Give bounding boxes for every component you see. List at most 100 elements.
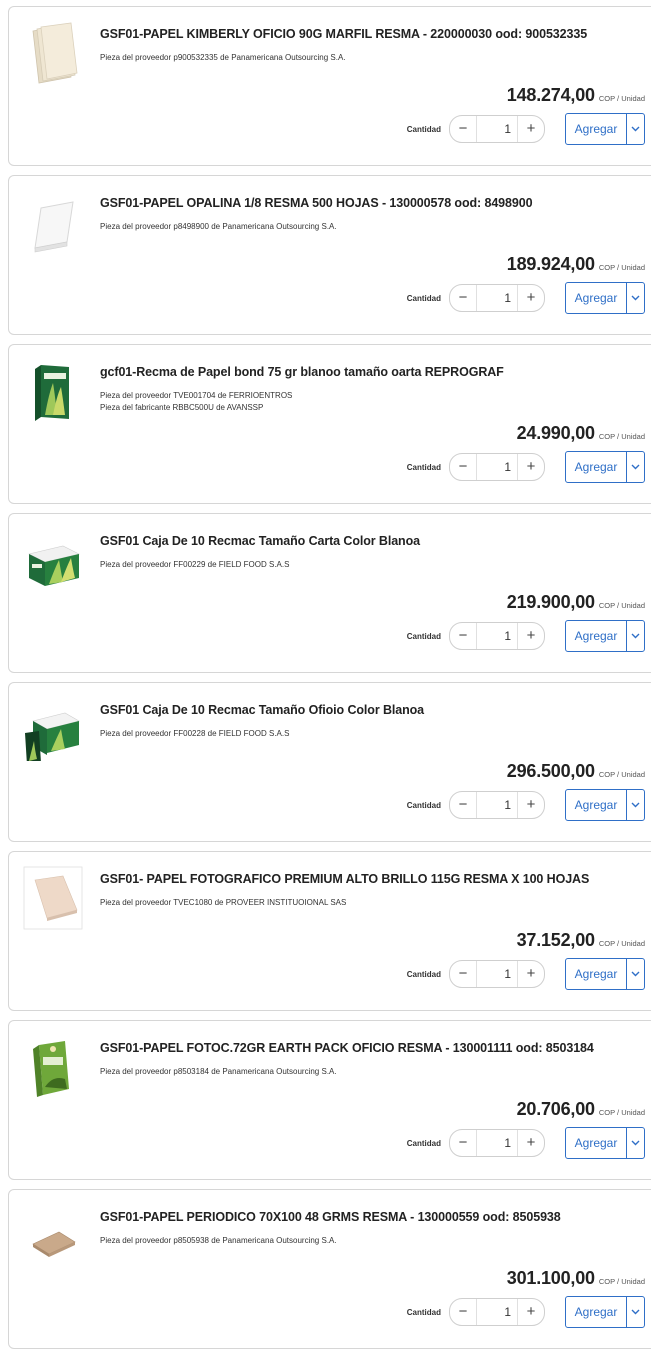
- white-paper-ream-icon[interactable]: [23, 190, 83, 254]
- supplier-line: Pieza del proveedor FF00228 de FIELD FOO…: [100, 729, 290, 738]
- add-to-cart-group: Agregar: [565, 789, 645, 821]
- product-card: GSF01 Caja De 10 Recmac Tamaño Ofioio Co…: [8, 682, 651, 842]
- add-to-cart-button[interactable]: Agregar: [566, 114, 626, 144]
- increase-quantity-button[interactable]: +: [517, 623, 544, 649]
- chevron-down-icon: [631, 1309, 640, 1315]
- price-unit: COP / Unidad: [598, 263, 645, 272]
- product-price: 37.152,00: [516, 930, 595, 950]
- add-to-cart-button[interactable]: Agregar: [566, 452, 626, 482]
- add-options-dropdown[interactable]: [626, 790, 644, 820]
- increase-quantity-button[interactable]: +: [517, 116, 544, 142]
- add-to-cart-button[interactable]: Agregar: [566, 790, 626, 820]
- add-to-cart-group: Agregar: [565, 620, 645, 652]
- add-to-cart-group: Agregar: [565, 1127, 645, 1159]
- decrease-quantity-button[interactable]: −: [450, 285, 477, 311]
- quantity-input[interactable]: [477, 286, 517, 310]
- increase-quantity-button[interactable]: +: [517, 961, 544, 987]
- price-unit: COP / Unidad: [598, 432, 645, 441]
- increase-quantity-button[interactable]: +: [517, 454, 544, 480]
- chevron-down-icon: [631, 126, 640, 132]
- add-options-dropdown[interactable]: [626, 452, 644, 482]
- increase-quantity-button[interactable]: +: [517, 792, 544, 818]
- increase-quantity-button[interactable]: +: [517, 285, 544, 311]
- add-to-cart-button[interactable]: Agregar: [566, 1128, 626, 1158]
- quantity-input[interactable]: [477, 624, 517, 648]
- photo-paper-sheet-icon[interactable]: [23, 866, 83, 930]
- quantity-stepper: − +: [449, 284, 545, 312]
- product-card: GSF01-PAPEL FOTOC.72GR EARTH PACK OFICIO…: [8, 1020, 651, 1180]
- quantity-input[interactable]: [477, 962, 517, 986]
- price-unit: COP / Unidad: [598, 1277, 645, 1286]
- quantity-input[interactable]: [477, 1300, 517, 1324]
- decrease-quantity-button[interactable]: −: [450, 792, 477, 818]
- product-title[interactable]: GSF01-PAPEL PERIODICO 70X100 48 GRMS RES…: [100, 1210, 645, 1224]
- product-supplier: Pieza del proveedor TVE001704 de FERRIOE…: [100, 390, 292, 414]
- product-supplier: Pieza del proveedor p8498900 de Panameri…: [100, 221, 337, 233]
- product-title[interactable]: GSF01- PAPEL FOTOGRAFICO PREMIUM ALTO BR…: [100, 872, 645, 886]
- product-price: 20.706,00: [516, 1099, 595, 1119]
- quantity-label: Cantidad: [406, 631, 441, 641]
- quantity-input[interactable]: [477, 117, 517, 141]
- quantity-stepper: − +: [449, 453, 545, 481]
- decrease-quantity-button[interactable]: −: [450, 1299, 477, 1325]
- add-options-dropdown[interactable]: [626, 1128, 644, 1158]
- add-options-dropdown[interactable]: [626, 959, 644, 989]
- green-paper-box-icon[interactable]: [23, 528, 83, 592]
- decrease-quantity-button[interactable]: −: [450, 454, 477, 480]
- decrease-quantity-button[interactable]: −: [450, 623, 477, 649]
- price-row: 37.152,00 COP / Unidad: [517, 930, 645, 951]
- add-to-cart-button[interactable]: Agregar: [566, 1297, 626, 1327]
- add-to-cart-button[interactable]: Agregar: [566, 621, 626, 651]
- quantity-stepper: − +: [449, 1129, 545, 1157]
- manufacturer-line: Pieza del fabricante RBBC500U de AVANSSP: [100, 403, 264, 412]
- add-to-cart-button[interactable]: Agregar: [566, 959, 626, 989]
- add-to-cart-group: Agregar: [565, 113, 645, 145]
- price-unit: COP / Unidad: [598, 94, 645, 103]
- decrease-quantity-button[interactable]: −: [450, 116, 477, 142]
- green-paper-box-open-icon[interactable]: [23, 697, 83, 765]
- product-price: 301.100,00: [506, 1268, 595, 1288]
- product-card: GSF01-PAPEL KIMBERLY OFICIO 90G MARFIL R…: [8, 6, 651, 166]
- product-title[interactable]: GSF01-PAPEL OPALINA 1/8 RESMA 500 HOJAS …: [100, 196, 645, 210]
- add-options-dropdown[interactable]: [626, 1297, 644, 1327]
- price-unit: COP / Unidad: [598, 1108, 645, 1117]
- add-to-cart-group: Agregar: [565, 451, 645, 483]
- product-supplier: Pieza del proveedor p8505938 de Panameri…: [100, 1235, 337, 1247]
- product-supplier: Pieza del proveedor FF00229 de FIELD FOO…: [100, 559, 289, 571]
- quantity-input[interactable]: [477, 1131, 517, 1155]
- quantity-row: Cantidad − + Agregar: [407, 451, 645, 483]
- product-supplier: Pieza del proveedor p8503184 de Panameri…: [100, 1066, 337, 1078]
- chevron-down-icon: [631, 971, 640, 977]
- increase-quantity-button[interactable]: +: [517, 1130, 544, 1156]
- add-options-dropdown[interactable]: [626, 621, 644, 651]
- add-to-cart-group: Agregar: [565, 958, 645, 990]
- product-card: gcf01-Recma de Papel bond 75 gr blanoo t…: [8, 344, 651, 504]
- supplier-line: Pieza del proveedor TVE001704 de FERRIOE…: [100, 391, 293, 400]
- quantity-stepper: − +: [449, 115, 545, 143]
- add-options-dropdown[interactable]: [626, 283, 644, 313]
- earth-pack-ream-icon[interactable]: [23, 1035, 83, 1099]
- price-row: 301.100,00 COP / Unidad: [507, 1268, 645, 1289]
- product-title[interactable]: GSF01-PAPEL KIMBERLY OFICIO 90G MARFIL R…: [100, 27, 645, 41]
- decrease-quantity-button[interactable]: −: [450, 961, 477, 987]
- quantity-input[interactable]: [477, 793, 517, 817]
- quantity-label: Cantidad: [406, 969, 441, 979]
- increase-quantity-button[interactable]: +: [517, 1299, 544, 1325]
- quantity-label: Cantidad: [406, 1307, 441, 1317]
- price-row: 24.990,00 COP / Unidad: [517, 423, 645, 444]
- product-title[interactable]: GSF01 Caja De 10 Recmac Tamaño Carta Col…: [100, 534, 645, 548]
- price-unit: COP / Unidad: [598, 601, 645, 610]
- add-options-dropdown[interactable]: [626, 114, 644, 144]
- ivory-paper-sheets-icon[interactable]: [23, 21, 83, 85]
- product-title[interactable]: gcf01-Recma de Papel bond 75 gr blanoo t…: [100, 365, 645, 379]
- supplier-line: Pieza del proveedor p8503184 de Panameri…: [100, 1067, 337, 1076]
- newsprint-paper-icon[interactable]: [23, 1204, 83, 1268]
- add-to-cart-button[interactable]: Agregar: [566, 283, 626, 313]
- decrease-quantity-button[interactable]: −: [450, 1130, 477, 1156]
- green-paper-ream-icon[interactable]: [23, 359, 83, 423]
- product-title[interactable]: GSF01-PAPEL FOTOC.72GR EARTH PACK OFICIO…: [100, 1041, 645, 1055]
- quantity-input[interactable]: [477, 455, 517, 479]
- price-unit: COP / Unidad: [598, 939, 645, 948]
- product-title[interactable]: GSF01 Caja De 10 Recmac Tamaño Ofioio Co…: [100, 703, 645, 717]
- product-price: 24.990,00: [516, 423, 595, 443]
